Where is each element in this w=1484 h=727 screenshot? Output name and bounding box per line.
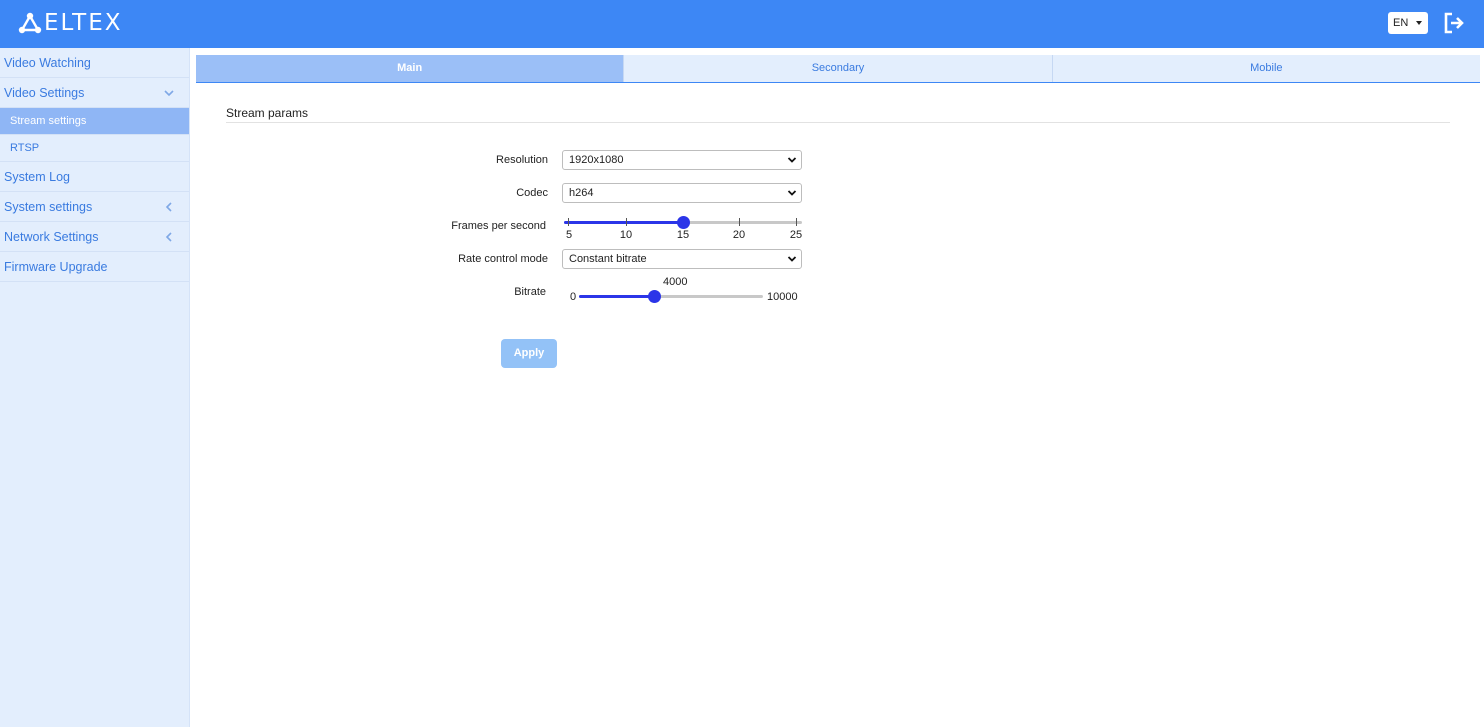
bitrate-value: 4000 [663, 276, 688, 288]
sidebar-item-label: Stream settings [10, 115, 87, 127]
rate-control-label: Rate control mode [458, 253, 548, 265]
fps-tick-label: 25 [789, 229, 803, 241]
resolution-value: 1920x1080 [569, 154, 624, 166]
sidebar-item-label: System settings [4, 200, 93, 214]
codec-select[interactable]: h264 [562, 183, 802, 203]
resolution-label: Resolution [496, 154, 548, 166]
eltex-logo: ELTEX [18, 10, 123, 36]
sidebar-item-label: Network Settings [4, 230, 99, 244]
bitrate-label: Bitrate [514, 286, 546, 298]
codec-value: h264 [569, 187, 594, 199]
bitrate-slider-fill [579, 295, 654, 298]
sidebar-item-network-settings[interactable]: Network Settings [0, 222, 189, 252]
fps-tick [796, 218, 797, 226]
fps-tick [568, 218, 569, 226]
sidebar-item-label: Video Settings [4, 86, 85, 100]
chevron-down-icon [164, 90, 174, 97]
sidebar-item-label: RTSP [10, 142, 40, 154]
language-select[interactable]: EN [1388, 12, 1428, 34]
section-divider [226, 122, 1450, 123]
bitrate-max-label: 10000 [767, 291, 798, 303]
sidebar-item-firmware-upgrade[interactable]: Firmware Upgrade [0, 252, 189, 282]
sidebar-item-label: System Log [4, 170, 71, 184]
sidebar-item-label: Video Watching [4, 56, 91, 70]
top-header: ELTEX EN [0, 0, 1484, 48]
sidebar: Video Watching Video Settings Stream set… [0, 48, 190, 727]
fps-tick-label: 20 [732, 229, 746, 241]
logo-text: ELTEX [44, 10, 123, 36]
chevron-left-icon [165, 202, 172, 212]
bitrate-min-label: 0 [570, 291, 577, 303]
fps-slider-handle[interactable] [677, 216, 690, 229]
bitrate-slider-handle[interactable] [648, 290, 661, 303]
sidebar-item-stream-settings[interactable]: Stream settings [0, 108, 189, 135]
sidebar-item-rtsp[interactable]: RTSP [0, 135, 189, 162]
sidebar-item-video-settings[interactable]: Video Settings [0, 78, 189, 108]
sidebar-item-system-log[interactable]: System Log [0, 162, 189, 192]
tab-mobile[interactable]: Mobile [1052, 55, 1480, 82]
logo-mark-icon [18, 12, 42, 34]
sidebar-item-system-settings[interactable]: System settings [0, 192, 189, 222]
chevron-down-icon [787, 256, 797, 262]
chevron-down-icon [787, 157, 797, 163]
sidebar-item-label: Firmware Upgrade [4, 260, 108, 274]
chevron-down-icon [787, 190, 797, 196]
fps-tick-label: 15 [676, 229, 690, 241]
tab-secondary[interactable]: Secondary [624, 55, 1053, 82]
codec-label: Codec [516, 187, 548, 199]
fps-tick-label: 10 [619, 229, 633, 241]
fps-tick-label: 5 [565, 229, 573, 241]
language-value: EN [1393, 17, 1409, 29]
apply-button[interactable]: Apply [501, 339, 557, 368]
fps-label: Frames per second [451, 220, 546, 232]
section-title: Stream params [226, 106, 309, 120]
fps-tick [739, 218, 740, 226]
resolution-select[interactable]: 1920x1080 [562, 150, 802, 170]
chevron-left-icon [165, 232, 172, 242]
logout-icon[interactable] [1442, 11, 1466, 35]
stream-tabs: Main Secondary Mobile [196, 55, 1480, 83]
caret-down-icon [1416, 21, 1422, 25]
tab-main[interactable]: Main [196, 55, 625, 82]
rate-control-select[interactable]: Constant bitrate [562, 249, 802, 269]
fps-slider-fill [564, 221, 683, 224]
fps-tick [626, 218, 627, 226]
rate-control-value: Constant bitrate [569, 253, 647, 265]
sidebar-item-video-watching[interactable]: Video Watching [0, 48, 189, 78]
